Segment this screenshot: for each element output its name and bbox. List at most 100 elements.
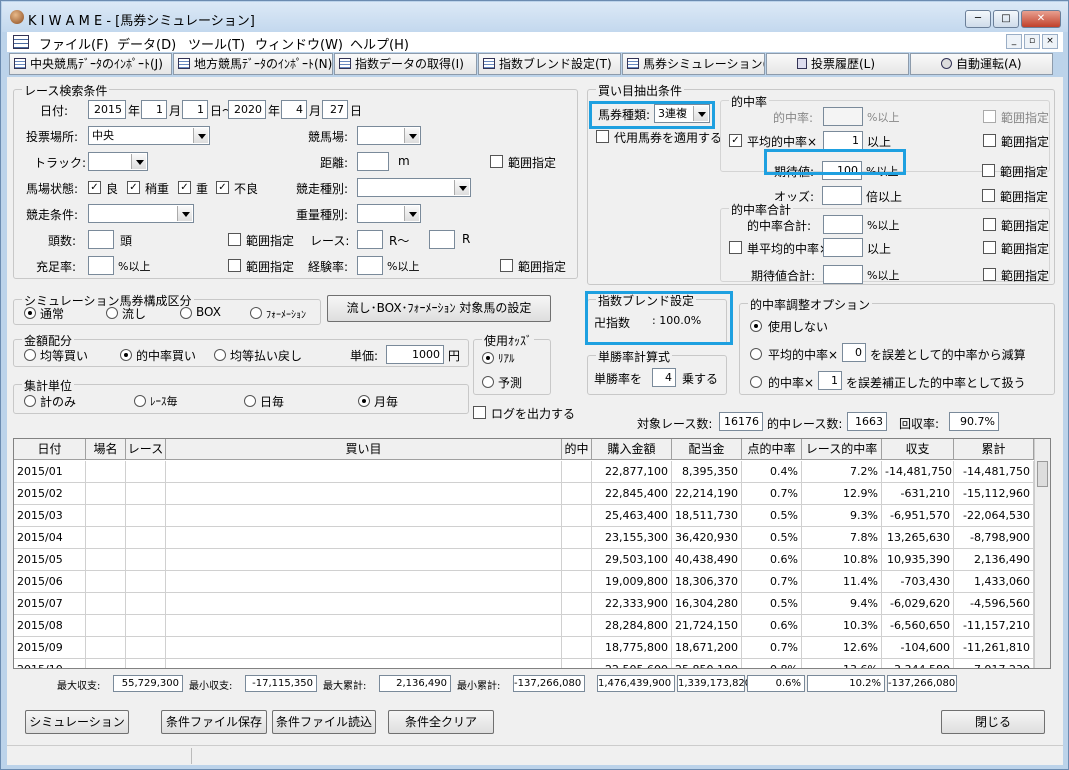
avg-range-checkbox[interactable] (983, 134, 996, 147)
menu-tools[interactable]: ツール(T) (188, 34, 245, 53)
hit-rate-input[interactable] (823, 107, 863, 126)
log-output-checkbox[interactable] (473, 406, 486, 419)
column-header[interactable]: 点的中率 (742, 439, 802, 460)
adj-subtract-radio[interactable] (750, 348, 762, 360)
baba-ryo-checkbox[interactable]: ✓ (88, 181, 101, 194)
maximize-button[interactable]: □ (993, 10, 1019, 28)
baken-simulation-button[interactable]: 馬券シミュレーション(B) (622, 53, 765, 75)
column-header[interactable]: 収支 (882, 439, 954, 460)
jusoku-range-checkbox[interactable] (228, 259, 241, 272)
odds-input[interactable] (822, 186, 862, 205)
tanka-input[interactable]: 1000 (386, 345, 444, 364)
race-from-input[interactable] (357, 230, 383, 249)
shukei-day-radio[interactable] (244, 395, 256, 407)
scroll-thumb[interactable] (1037, 461, 1048, 487)
odds-real-radio[interactable] (482, 352, 494, 364)
vote-history-button[interactable]: 投票履歴(L) (766, 53, 909, 75)
single-avg-checkbox[interactable] (729, 241, 742, 254)
distance-range-checkbox[interactable] (490, 155, 503, 168)
mdi-minimize-button[interactable]: _ (1006, 34, 1022, 49)
start-day-input[interactable]: 1 (182, 100, 208, 119)
column-header[interactable]: 買い目 (166, 439, 562, 460)
import-local-button[interactable]: 地方競馬ﾃﾞｰﾀのｲﾝﾎﾟｰﾄ(N) (173, 53, 333, 75)
course-select[interactable] (357, 126, 421, 145)
avg-hit-checkbox[interactable]: ✓ (729, 134, 742, 147)
odds-range-checkbox[interactable] (982, 189, 995, 202)
tansho-power-input[interactable]: 4 (652, 368, 676, 387)
close-window-button[interactable]: ✕ (1021, 10, 1061, 28)
keiken-range-checkbox[interactable] (500, 259, 513, 272)
kingaku-hit-radio[interactable] (120, 349, 132, 361)
clear-conditions-button[interactable]: 条件全クリア (388, 710, 494, 734)
adj-subtract-input[interactable]: 0 (842, 343, 866, 362)
adj-none-radio[interactable] (750, 320, 762, 332)
import-central-button[interactable]: 中央競馬ﾃﾞｰﾀのｲﾝﾎﾟｰﾄ(J) (9, 53, 172, 75)
venue-select[interactable]: 中央 (88, 126, 210, 145)
column-header[interactable]: レース (126, 439, 166, 460)
shubetsu-select[interactable] (357, 178, 471, 197)
menu-data[interactable]: データ(D) (117, 34, 176, 53)
fetch-index-button[interactable]: 指数データの取得(I) (334, 53, 477, 75)
column-header[interactable]: 的中 (562, 439, 592, 460)
hit-total-input[interactable] (823, 215, 863, 234)
tosu-input[interactable] (88, 230, 114, 249)
jusoku-input[interactable] (88, 256, 114, 275)
column-header[interactable]: 配当金 (672, 439, 742, 460)
exp-range-checkbox[interactable] (982, 164, 995, 177)
hit-range-checkbox[interactable] (983, 110, 996, 123)
juryo-select[interactable] (357, 204, 421, 223)
menu-window[interactable]: ウィンドウ(W) (255, 34, 343, 53)
load-conditions-button[interactable]: 条件ファイル読込 (272, 710, 376, 734)
simulate-button[interactable]: シミュレーション (25, 710, 129, 734)
kingaku-equal-radio[interactable] (24, 349, 36, 361)
race-to-input[interactable] (429, 230, 455, 249)
single-avg-range-checkbox[interactable] (983, 241, 996, 254)
minimize-button[interactable]: ─ (965, 10, 991, 28)
kingaku-payout-radio[interactable] (214, 349, 226, 361)
column-header[interactable]: 日付 (14, 439, 86, 460)
column-header[interactable]: レース的中率 (802, 439, 882, 460)
baba-furyo-checkbox[interactable]: ✓ (216, 181, 229, 194)
start-month-input[interactable]: 1 (141, 100, 167, 119)
tosu-range-checkbox[interactable] (228, 233, 241, 246)
shukei-total-radio[interactable] (24, 395, 36, 407)
adj-correct-radio[interactable] (750, 376, 762, 388)
mdi-close-button[interactable]: × (1042, 34, 1058, 49)
target-horse-settings-button[interactable]: 流し･BOX･ﾌｫｰﾒｰｼｮﾝ 対象馬の設定 (327, 295, 551, 322)
shukei-month-radio[interactable] (358, 395, 370, 407)
menu-file[interactable]: ファイル(F) (39, 34, 109, 53)
baba-yayaomo-checkbox[interactable]: ✓ (127, 181, 140, 194)
sim-normal-radio[interactable] (24, 307, 36, 319)
total-range-checkbox[interactable] (983, 218, 996, 231)
daiyo-checkbox[interactable] (596, 130, 609, 143)
track-select[interactable] (88, 152, 148, 171)
menu-help[interactable]: ヘルプ(H) (350, 34, 409, 53)
single-avg-input[interactable] (823, 238, 863, 257)
save-conditions-button[interactable]: 条件ファイル保存 (161, 710, 267, 734)
title-bar[interactable]: K I W A M E - [馬券シミュレーション] ─ □ ✕ (2, 2, 1068, 32)
column-header[interactable]: 累計 (954, 439, 1034, 460)
start-year-input[interactable]: 2015 (88, 100, 126, 119)
blend-settings-button[interactable]: 指数ブレンド設定(T) (478, 53, 621, 75)
column-header[interactable]: 場名 (86, 439, 126, 460)
end-month-input[interactable]: 4 (281, 100, 307, 119)
results-table[interactable]: 日付 場名 レース 買い目 的中 購入金額 配当金 点的中率 レース的中率 収支 累計 2015/01… (13, 438, 1051, 669)
vertical-scrollbar[interactable] (1034, 439, 1050, 668)
baba-omo-checkbox[interactable]: ✓ (178, 181, 191, 194)
exp-total-input[interactable] (823, 265, 863, 284)
keiken-input[interactable] (357, 256, 383, 275)
distance-input[interactable] (357, 152, 389, 171)
sim-formation-radio[interactable] (250, 307, 262, 319)
end-year-input[interactable]: 2020 (228, 100, 266, 119)
avg-hit-input[interactable]: 1 (823, 131, 863, 150)
column-header[interactable]: 購入金額 (592, 439, 672, 460)
mdi-restore-button[interactable]: ▫ (1024, 34, 1040, 49)
sim-box-radio[interactable] (180, 307, 192, 319)
adj-correct-input[interactable]: 1 (818, 371, 842, 390)
sim-nagashi-radio[interactable] (106, 307, 118, 319)
auto-run-button[interactable]: 自動運転(A) (910, 53, 1053, 75)
odds-forecast-radio[interactable] (482, 376, 494, 388)
shukei-race-radio[interactable] (134, 395, 146, 407)
close-button[interactable]: 閉じる (941, 710, 1045, 734)
end-day-input[interactable]: 27 (322, 100, 348, 119)
